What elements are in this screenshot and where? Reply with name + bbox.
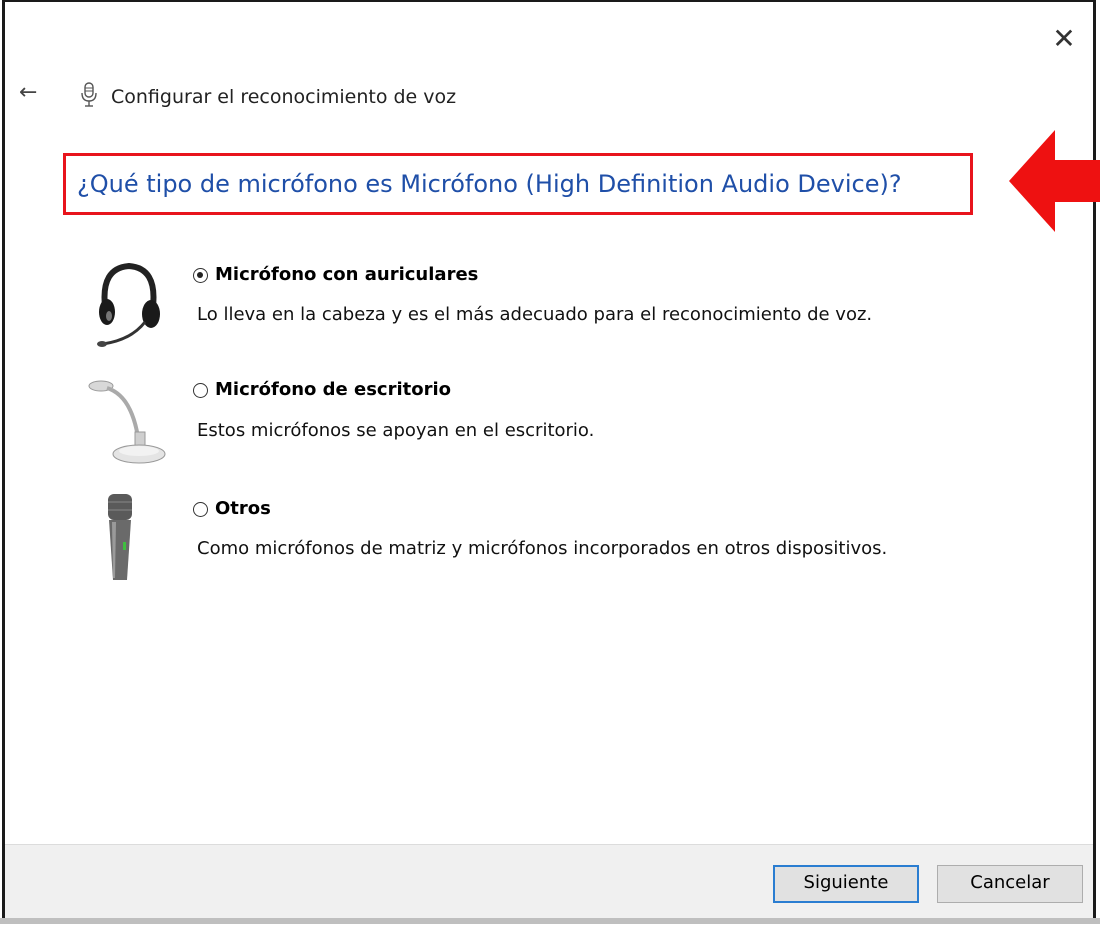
desktop-microphone-icon bbox=[88, 380, 166, 464]
option-description-headset: Lo lleva en la cabeza y es el más adecua… bbox=[197, 304, 873, 325]
footer-bar: Siguiente Cancelar bbox=[5, 844, 1093, 922]
radio-headset[interactable] bbox=[193, 268, 208, 283]
handheld-microphone-icon bbox=[108, 494, 132, 580]
window-bottom-edge bbox=[0, 918, 1100, 924]
headset-icon bbox=[97, 262, 160, 347]
option-label-headset[interactable]: Micrófono con auriculares bbox=[215, 264, 478, 285]
page-heading: ¿Qué tipo de micrófono es Micrófono (Hig… bbox=[77, 170, 902, 198]
option-description-others: Como micrófonos de matriz y micrófonos i… bbox=[197, 538, 888, 559]
option-description-desktop: Estos micrófonos se apoyan en el escrito… bbox=[197, 420, 595, 441]
radio-others[interactable] bbox=[193, 502, 208, 517]
close-button[interactable]: ✕ bbox=[1049, 24, 1079, 54]
window-title: Configurar el reconocimiento de voz bbox=[111, 86, 457, 108]
red-arrow-icon bbox=[1009, 130, 1100, 232]
back-arrow-icon[interactable]: ← bbox=[19, 80, 49, 106]
speech-setup-window: ✕ ← Configurar el reconocimiento de voz … bbox=[2, 0, 1100, 922]
cancel-button[interactable]: Cancelar bbox=[937, 865, 1083, 903]
option-label-desktop[interactable]: Micrófono de escritorio bbox=[215, 379, 451, 400]
radio-desktop[interactable] bbox=[193, 383, 208, 398]
microphone-icon bbox=[81, 82, 97, 107]
next-button[interactable]: Siguiente bbox=[773, 865, 919, 903]
option-label-others[interactable]: Otros bbox=[215, 498, 271, 519]
